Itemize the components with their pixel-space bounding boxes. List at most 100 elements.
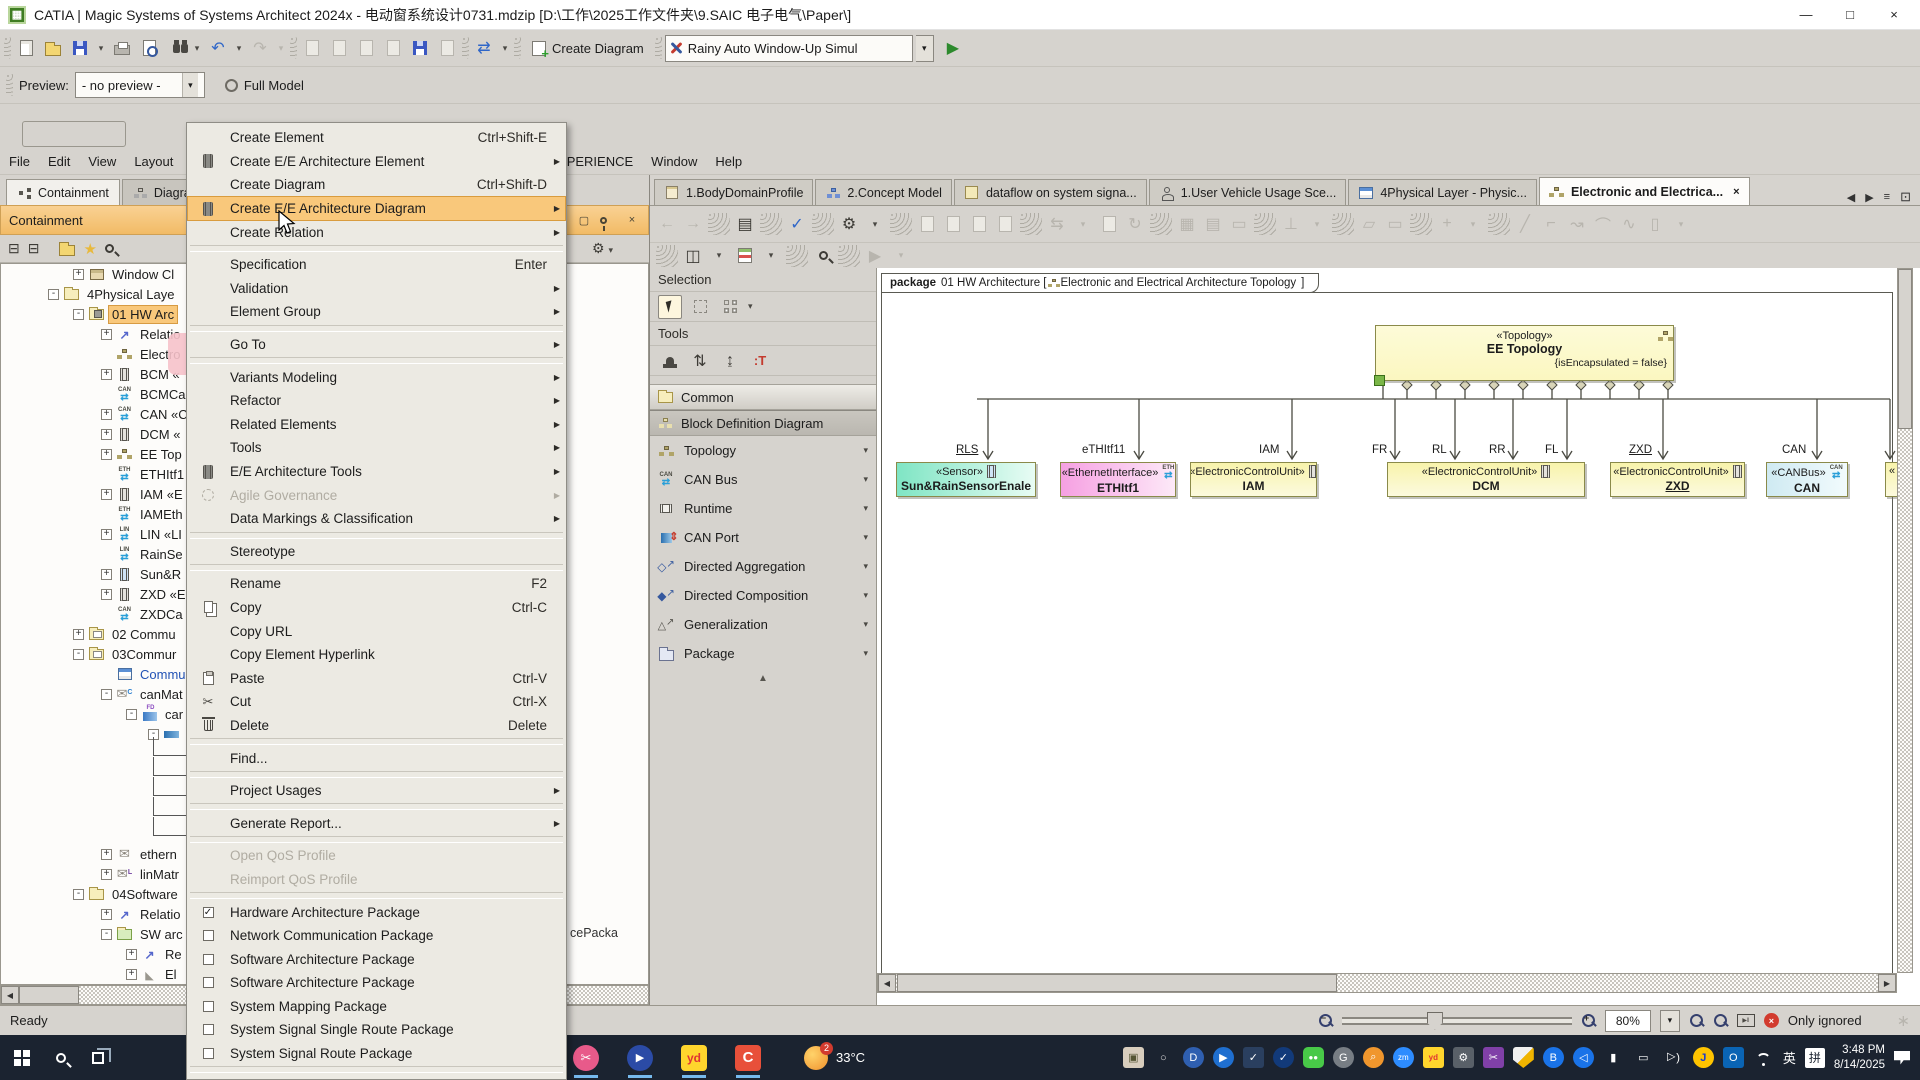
- block-can[interactable]: «CANBus» CAN: [1766, 462, 1848, 497]
- port-label-rl[interactable]: RL: [1432, 444, 1447, 456]
- tray-tablet-icon[interactable]: ▭: [1633, 1047, 1654, 1068]
- tree-expander[interactable]: +: [101, 408, 112, 420]
- menu-item-create-element[interactable]: Create Element Ctrl+Shift-E: [188, 126, 565, 150]
- vertical-center-tool-button[interactable]: ↨: [718, 349, 742, 373]
- palette-item-directed-composition[interactable]: Directed Composition▾: [650, 581, 876, 610]
- menu-file[interactable]: File: [0, 151, 39, 172]
- ime-pinyin-icon[interactable]: 拼: [1804, 1047, 1825, 1068]
- tree-expander[interactable]: +: [101, 588, 112, 600]
- taskbar-weather-widget[interactable]: 2 33°C: [794, 1035, 875, 1080]
- menu-window[interactable]: Window: [642, 151, 706, 172]
- tray-j-icon[interactable]: J: [1692, 1047, 1714, 1068]
- tree-expander[interactable]: +: [73, 628, 84, 640]
- tree-expander[interactable]: +: [126, 948, 137, 960]
- ime-language-indicator[interactable]: 英: [1783, 1048, 1796, 1067]
- find-icon[interactable]: [164, 35, 188, 61]
- line-icon[interactable]: ╱: [1514, 213, 1536, 235]
- note-icon[interactable]: ▤: [1202, 213, 1224, 235]
- tree-expander[interactable]: -: [73, 308, 84, 320]
- menu-item-hardware-architecture-package[interactable]: ✓ Hardware Architecture Package: [188, 900, 565, 924]
- menu-item-ee-architecture-tools[interactable]: E/E Architecture Tools: [188, 460, 565, 484]
- menu-item-refactor[interactable]: Refactor: [188, 389, 565, 413]
- scenario-select[interactable]: Rainy Auto Window-Up Simul: [664, 34, 913, 62]
- tray-app-icon[interactable]: ▣: [1122, 1047, 1144, 1068]
- taskbar-clock[interactable]: 3:48 PM 8/14/2025: [1834, 1043, 1885, 1073]
- palette-item-directed-aggregation[interactable]: Directed Aggregation▾: [650, 552, 876, 581]
- clone-icon[interactable]: [381, 35, 405, 61]
- palette-item-dropdown[interactable]: ▾: [863, 590, 868, 601]
- select-tool-button[interactable]: [658, 294, 682, 319]
- collapse-all-icon[interactable]: ⊟: [28, 240, 40, 257]
- palette-item-dropdown[interactable]: ▾: [863, 474, 868, 485]
- find-dropdown[interactable]: ▾: [191, 35, 203, 61]
- selection-dropdown[interactable]: ▾: [748, 301, 760, 312]
- tray-search-icon[interactable]: ⌕: [1362, 1047, 1384, 1068]
- diagram-tab-4physical[interactable]: 4Physical Layer - Physic...: [1348, 179, 1537, 205]
- menu-item-delete[interactable]: Delete Delete: [188, 714, 565, 738]
- tray-defender-icon[interactable]: [1512, 1047, 1534, 1068]
- zoom-level-dropdown[interactable]: ▾: [1659, 1009, 1680, 1032]
- menu-item-element-group[interactable]: Element Group: [188, 300, 565, 324]
- tray-outlook-icon[interactable]: O: [1722, 1047, 1744, 1068]
- menu-item-software-architecture-package-2[interactable]: Software Architecture Package: [188, 971, 565, 995]
- block-dcm[interactable]: «ElectronicControlUnit» DCM: [1387, 462, 1585, 497]
- tray-quote-icon[interactable]: ◁: [1572, 1047, 1594, 1068]
- palette-item-can-bus[interactable]: CAN Bus▾: [650, 465, 876, 494]
- tree-expander[interactable]: +: [101, 488, 112, 500]
- maximize-button[interactable]: □: [1828, 1, 1872, 29]
- taskbar-app-snip[interactable]: ✂: [566, 1037, 606, 1079]
- scrollbar-thumb[interactable]: [19, 986, 79, 1004]
- undo-dropdown[interactable]: ▾: [233, 35, 245, 61]
- tray-shield-icon[interactable]: ✓: [1242, 1047, 1264, 1068]
- palette-item-dropdown[interactable]: ▾: [863, 648, 868, 659]
- zigzag-icon[interactable]: ∿: [1618, 213, 1640, 235]
- menu-item-reimport-qos-profile[interactable]: Reimport QoS Profile: [188, 868, 565, 892]
- redo-dropdown[interactable]: ▾: [275, 35, 287, 61]
- save-dropdown[interactable]: ▾: [95, 35, 107, 61]
- menu-help[interactable]: Help: [706, 151, 751, 172]
- zoom-in-icon[interactable]: +: [1581, 1013, 1596, 1028]
- tree-settings-gear-icon[interactable]: ⚙ ▾: [592, 240, 613, 257]
- tree-expander[interactable]: -: [48, 288, 59, 300]
- tree-expander[interactable]: +: [101, 448, 112, 460]
- rect-icon[interactable]: ▯: [1644, 213, 1666, 235]
- taskbar-app-youdao[interactable]: yd: [674, 1037, 714, 1079]
- zoom-slider-thumb[interactable]: [1426, 1011, 1443, 1030]
- validation-error-icon[interactable]: ×: [1763, 1013, 1779, 1028]
- tree-expander[interactable]: +: [101, 568, 112, 580]
- palette-item-can-port[interactable]: CAN Port▾: [650, 523, 876, 552]
- menu-item-create-ee-diagram[interactable]: Create E/E Architecture Diagram: [187, 195, 566, 222]
- tab-scroll-right-icon[interactable]: ▶: [1865, 191, 1873, 204]
- clone-icon[interactable]: [994, 213, 1016, 235]
- tray-blue-app-icon[interactable]: D: [1182, 1047, 1204, 1068]
- port-label-ethitf11[interactable]: eTHItf11: [1082, 444, 1125, 456]
- open-in-new-tree-icon[interactable]: [59, 241, 76, 256]
- zoom-search-icon[interactable]: [812, 245, 834, 267]
- import-export-dropdown[interactable]: ▾: [499, 35, 511, 61]
- open-project-icon[interactable]: [41, 35, 65, 61]
- close-tab-icon[interactable]: ×: [1733, 186, 1739, 198]
- palette-item-dropdown[interactable]: ▾: [863, 503, 868, 514]
- port-label-rr[interactable]: RR: [1489, 444, 1506, 456]
- paste-icon[interactable]: [942, 213, 964, 235]
- menu-item-agile-governance[interactable]: Agile Governance: [188, 483, 565, 507]
- diagram-properties-gear-icon[interactable]: ⚙: [838, 213, 860, 235]
- menu-item-generate-report[interactable]: Generate Report...: [188, 811, 565, 835]
- block-sun-rain-sensor[interactable]: «Sensor» Sun&RainSensorEnale: [896, 462, 1036, 497]
- tree-expander[interactable]: -: [73, 648, 84, 660]
- diagram-canvas[interactable]: package 01 HW Architecture [ Electronic …: [877, 268, 1920, 1005]
- run-dropdown[interactable]: ▾: [890, 245, 912, 267]
- hierarchy-icon[interactable]: ⊥: [1280, 213, 1302, 235]
- tray-zoom-icon[interactable]: zm: [1392, 1047, 1414, 1068]
- tray-bluetooth-icon[interactable]: B: [1542, 1047, 1564, 1068]
- paste-icon[interactable]: [354, 35, 378, 61]
- menu-item-project-usages[interactable]: Project Usages: [188, 779, 565, 803]
- vertical-distribute-tool-button[interactable]: ⇅: [688, 349, 712, 373]
- menu-item-copy[interactable]: Copy Ctrl-C: [188, 596, 565, 620]
- palette-collapse-button[interactable]: ▲: [650, 668, 876, 688]
- save-image-icon[interactable]: [408, 35, 432, 61]
- block-zxd[interactable]: «ElectronicControlUnit» ZXD: [1610, 462, 1745, 497]
- tree-expander[interactable]: +: [126, 968, 137, 980]
- image-icon[interactable]: [435, 35, 459, 61]
- close-button[interactable]: ×: [1872, 1, 1916, 29]
